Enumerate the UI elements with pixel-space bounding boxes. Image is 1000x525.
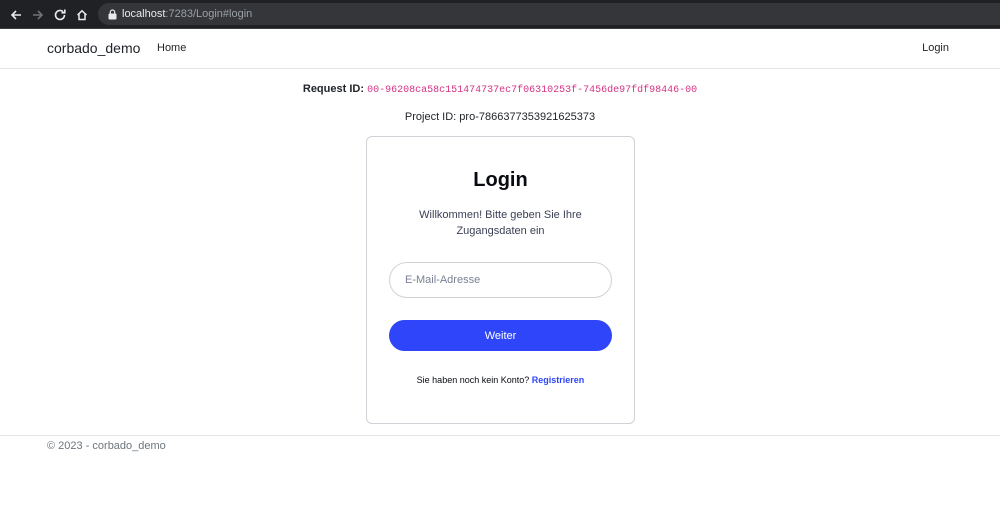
footer-copyright: © 2023 - corbado_demo [47, 440, 166, 452]
reload-icon[interactable] [52, 7, 68, 23]
no-account-text: Sie haben noch kein Konto? [416, 375, 530, 385]
browser-toolbar: localhost:7283/Login#login [0, 0, 1000, 29]
home-icon[interactable] [74, 7, 90, 23]
url-text: localhost:7283/Login#login [122, 7, 252, 21]
login-card: Login Willkommen! Bitte geben Sie Ihre Z… [366, 136, 635, 424]
register-link[interactable]: Registrieren [532, 375, 585, 385]
lock-icon [108, 9, 117, 20]
project-id-line: Project ID: pro-7866377353921625373 [404, 111, 596, 123]
login-subtitle: Willkommen! Bitte geben Sie Ihre Zugangs… [419, 209, 582, 237]
url-path: :7283/Login#login [165, 8, 253, 20]
request-id-label: Request ID: [302, 83, 364, 95]
signup-prompt: Sie haben noch kein Konto? Registrieren [367, 374, 634, 386]
nav-login-link[interactable]: Login [922, 42, 949, 54]
login-title: Login [473, 169, 528, 191]
url-host: localhost [122, 8, 166, 20]
continue-button[interactable]: Weiter [389, 320, 612, 351]
email-input[interactable] [389, 262, 612, 298]
brand-link[interactable]: corbado_demo [47, 40, 140, 56]
page-footer: © 2023 - corbado_demo [0, 435, 1000, 525]
forward-icon[interactable] [30, 7, 46, 23]
request-id-value: 00-96208ca58c151474737ec7f06310253f-7456… [367, 85, 698, 96]
app-navbar: corbado_demo Home Login [0, 29, 1000, 69]
back-icon[interactable] [8, 7, 24, 23]
address-bar[interactable]: localhost:7283/Login#login [98, 3, 1000, 25]
nav-home-link[interactable]: Home [157, 42, 186, 54]
request-id-line: Request ID: 00-96208ca58c151474737ec7f06… [0, 82, 1000, 98]
